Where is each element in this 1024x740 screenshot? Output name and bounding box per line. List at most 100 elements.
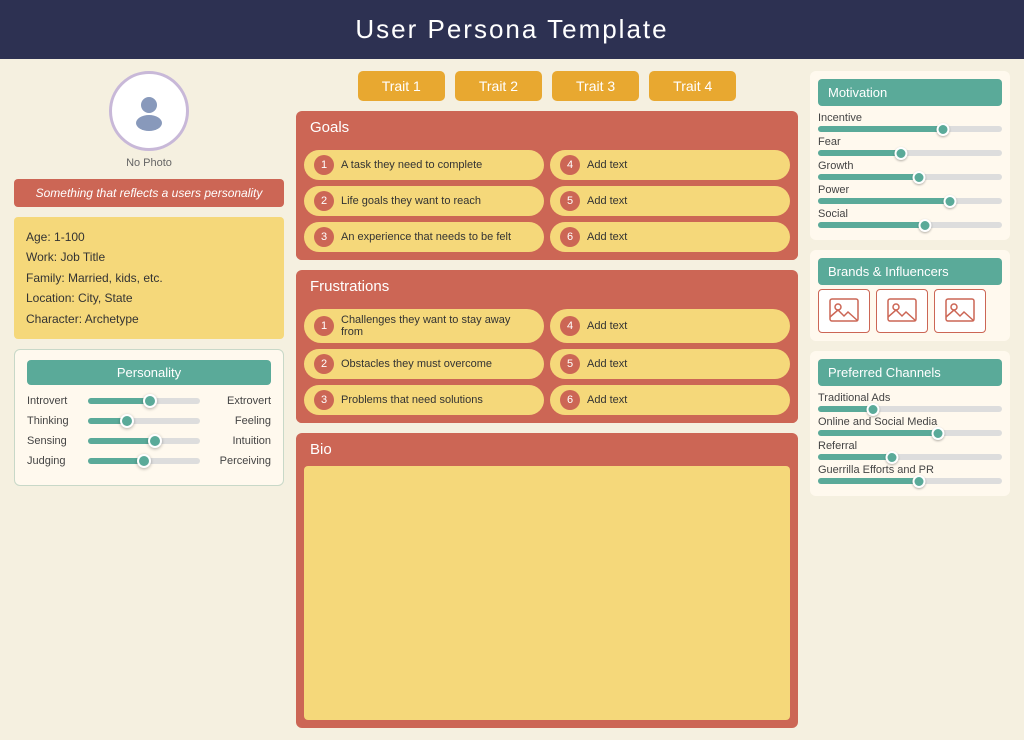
channels-title: Preferred Channels [818, 359, 1002, 386]
persona-tagline: Something that reflects a users personal… [14, 179, 284, 207]
frust-text-3: Problems that need solutions [341, 394, 483, 406]
bio-line-5: Character: Archetype [26, 309, 272, 329]
motivation-slider-incentive: Incentive [818, 112, 1002, 132]
goal-item-6: 6 Add text [550, 222, 790, 252]
frust-num-4: 4 [560, 316, 580, 336]
frust-item-3: 3 Problems that need solutions [304, 385, 544, 415]
guerrilla-label: Guerrilla Efforts and PR [818, 464, 1002, 476]
goal-item-5: 5 Add text [550, 186, 790, 216]
referral-label: Referral [818, 440, 1002, 452]
traditional-ads-label: Traditional Ads [818, 392, 1002, 404]
image-placeholder-icon-3 [944, 295, 976, 327]
growth-label: Growth [818, 160, 1002, 172]
brand-placeholder-2 [876, 289, 928, 333]
goal-text-6: Add text [587, 231, 627, 243]
goal-text-2: Life goals they want to reach [341, 195, 481, 207]
channel-slider-social: Online and Social Media [818, 416, 1002, 436]
slider-track-4[interactable] [88, 458, 200, 464]
personality-title: Personality [27, 360, 271, 385]
goal-item-1: 1 A task they need to complete [304, 150, 544, 180]
slider-label-judging: Judging [27, 455, 82, 467]
channels-box: Preferred Channels Traditional Ads Onlin… [810, 351, 1010, 496]
left-column: No Photo Something that reflects a users… [14, 71, 284, 728]
social-media-label: Online and Social Media [818, 416, 1002, 428]
goal-num-5: 5 [560, 191, 580, 211]
channel-slider-referral: Referral [818, 440, 1002, 460]
slider-track-3[interactable] [88, 438, 200, 444]
bio-card: Bio [296, 433, 798, 728]
motivation-slider-social: Social [818, 208, 1002, 228]
bio-info: Age: 1-100 Work: Job Title Family: Marri… [14, 217, 284, 339]
goal-text-3: An experience that needs to be felt [341, 231, 511, 243]
frust-text-2: Obstacles they must overcome [341, 358, 492, 370]
goal-text-1: A task they need to complete [341, 159, 482, 171]
motivation-slider-power: Power [818, 184, 1002, 204]
slider-track-1[interactable] [88, 398, 200, 404]
power-label: Power [818, 184, 1002, 196]
slider-label-feeling: Feeling [206, 415, 271, 427]
traits-row: Trait 1 Trait 2 Trait 3 Trait 4 [296, 71, 798, 101]
slider-label-extrovert: Extrovert [206, 395, 271, 407]
slider-label-thinking: Thinking [27, 415, 82, 427]
trait-btn-1[interactable]: Trait 1 [358, 71, 445, 101]
goal-num-3: 3 [314, 227, 334, 247]
center-column: Trait 1 Trait 2 Trait 3 Trait 4 Goals 1 … [296, 71, 798, 728]
frustrations-grid: 1 Challenges they want to stay away from… [296, 303, 798, 423]
frust-num-5: 5 [560, 354, 580, 374]
brands-grid [818, 289, 1002, 333]
motivation-title: Motivation [818, 79, 1002, 106]
slider-label-intuition: Intuition [206, 435, 271, 447]
goals-grid: 1 A task they need to complete 4 Add tex… [296, 144, 798, 260]
slider-label-perceiving: Perceiving [206, 455, 271, 467]
personality-box: Personality Introvert Extrovert Thinking… [14, 349, 284, 486]
goal-num-4: 4 [560, 155, 580, 175]
trait-btn-2[interactable]: Trait 2 [455, 71, 542, 101]
motivation-slider-growth: Growth [818, 160, 1002, 180]
personality-slider-4: Judging Perceiving [27, 455, 271, 467]
personality-slider-1: Introvert Extrovert [27, 395, 271, 407]
frust-item-2: 2 Obstacles they must overcome [304, 349, 544, 379]
image-placeholder-icon-1 [828, 295, 860, 327]
goals-title: Goals [296, 111, 798, 144]
goal-text-4: Add text [587, 159, 627, 171]
goal-item-3: 3 An experience that needs to be felt [304, 222, 544, 252]
image-placeholder-icon-2 [886, 295, 918, 327]
slider-label-sensing: Sensing [27, 435, 82, 447]
personality-slider-3: Sensing Intuition [27, 435, 271, 447]
frustrations-title: Frustrations [296, 270, 798, 303]
channel-slider-guerrilla: Guerrilla Efforts and PR [818, 464, 1002, 484]
frust-num-1: 1 [314, 316, 334, 336]
frust-num-3: 3 [314, 390, 334, 410]
main-content: No Photo Something that reflects a users… [0, 59, 1024, 740]
motivation-slider-fear: Fear [818, 136, 1002, 156]
goal-num-2: 2 [314, 191, 334, 211]
goal-num-1: 1 [314, 155, 334, 175]
page-header: User Persona Template [0, 0, 1024, 59]
social-label: Social [818, 208, 1002, 220]
frust-num-6: 6 [560, 390, 580, 410]
goals-card: Goals 1 A task they need to complete 4 A… [296, 111, 798, 260]
bio-line-4: Location: City, State [26, 288, 272, 308]
brand-placeholder-3 [934, 289, 986, 333]
trait-btn-3[interactable]: Trait 3 [552, 71, 639, 101]
goal-item-4: 4 Add text [550, 150, 790, 180]
trait-btn-4[interactable]: Trait 4 [649, 71, 736, 101]
goal-item-2: 2 Life goals they want to reach [304, 186, 544, 216]
brand-placeholder-1 [818, 289, 870, 333]
avatar [109, 71, 189, 151]
page-title: User Persona Template [355, 14, 668, 44]
frust-text-6: Add text [587, 394, 627, 406]
motivation-box: Motivation Incentive Fear [810, 71, 1010, 240]
frust-item-6: 6 Add text [550, 385, 790, 415]
user-icon [127, 89, 171, 133]
bio-line-3: Family: Married, kids, etc. [26, 268, 272, 288]
bio-line-1: Age: 1-100 [26, 227, 272, 247]
no-photo-label: No Photo [126, 157, 172, 169]
frust-text-5: Add text [587, 358, 627, 370]
slider-track-2[interactable] [88, 418, 200, 424]
frust-item-5: 5 Add text [550, 349, 790, 379]
fear-label: Fear [818, 136, 1002, 148]
goal-text-5: Add text [587, 195, 627, 207]
personality-slider-2: Thinking Feeling [27, 415, 271, 427]
slider-label-introvert: Introvert [27, 395, 82, 407]
